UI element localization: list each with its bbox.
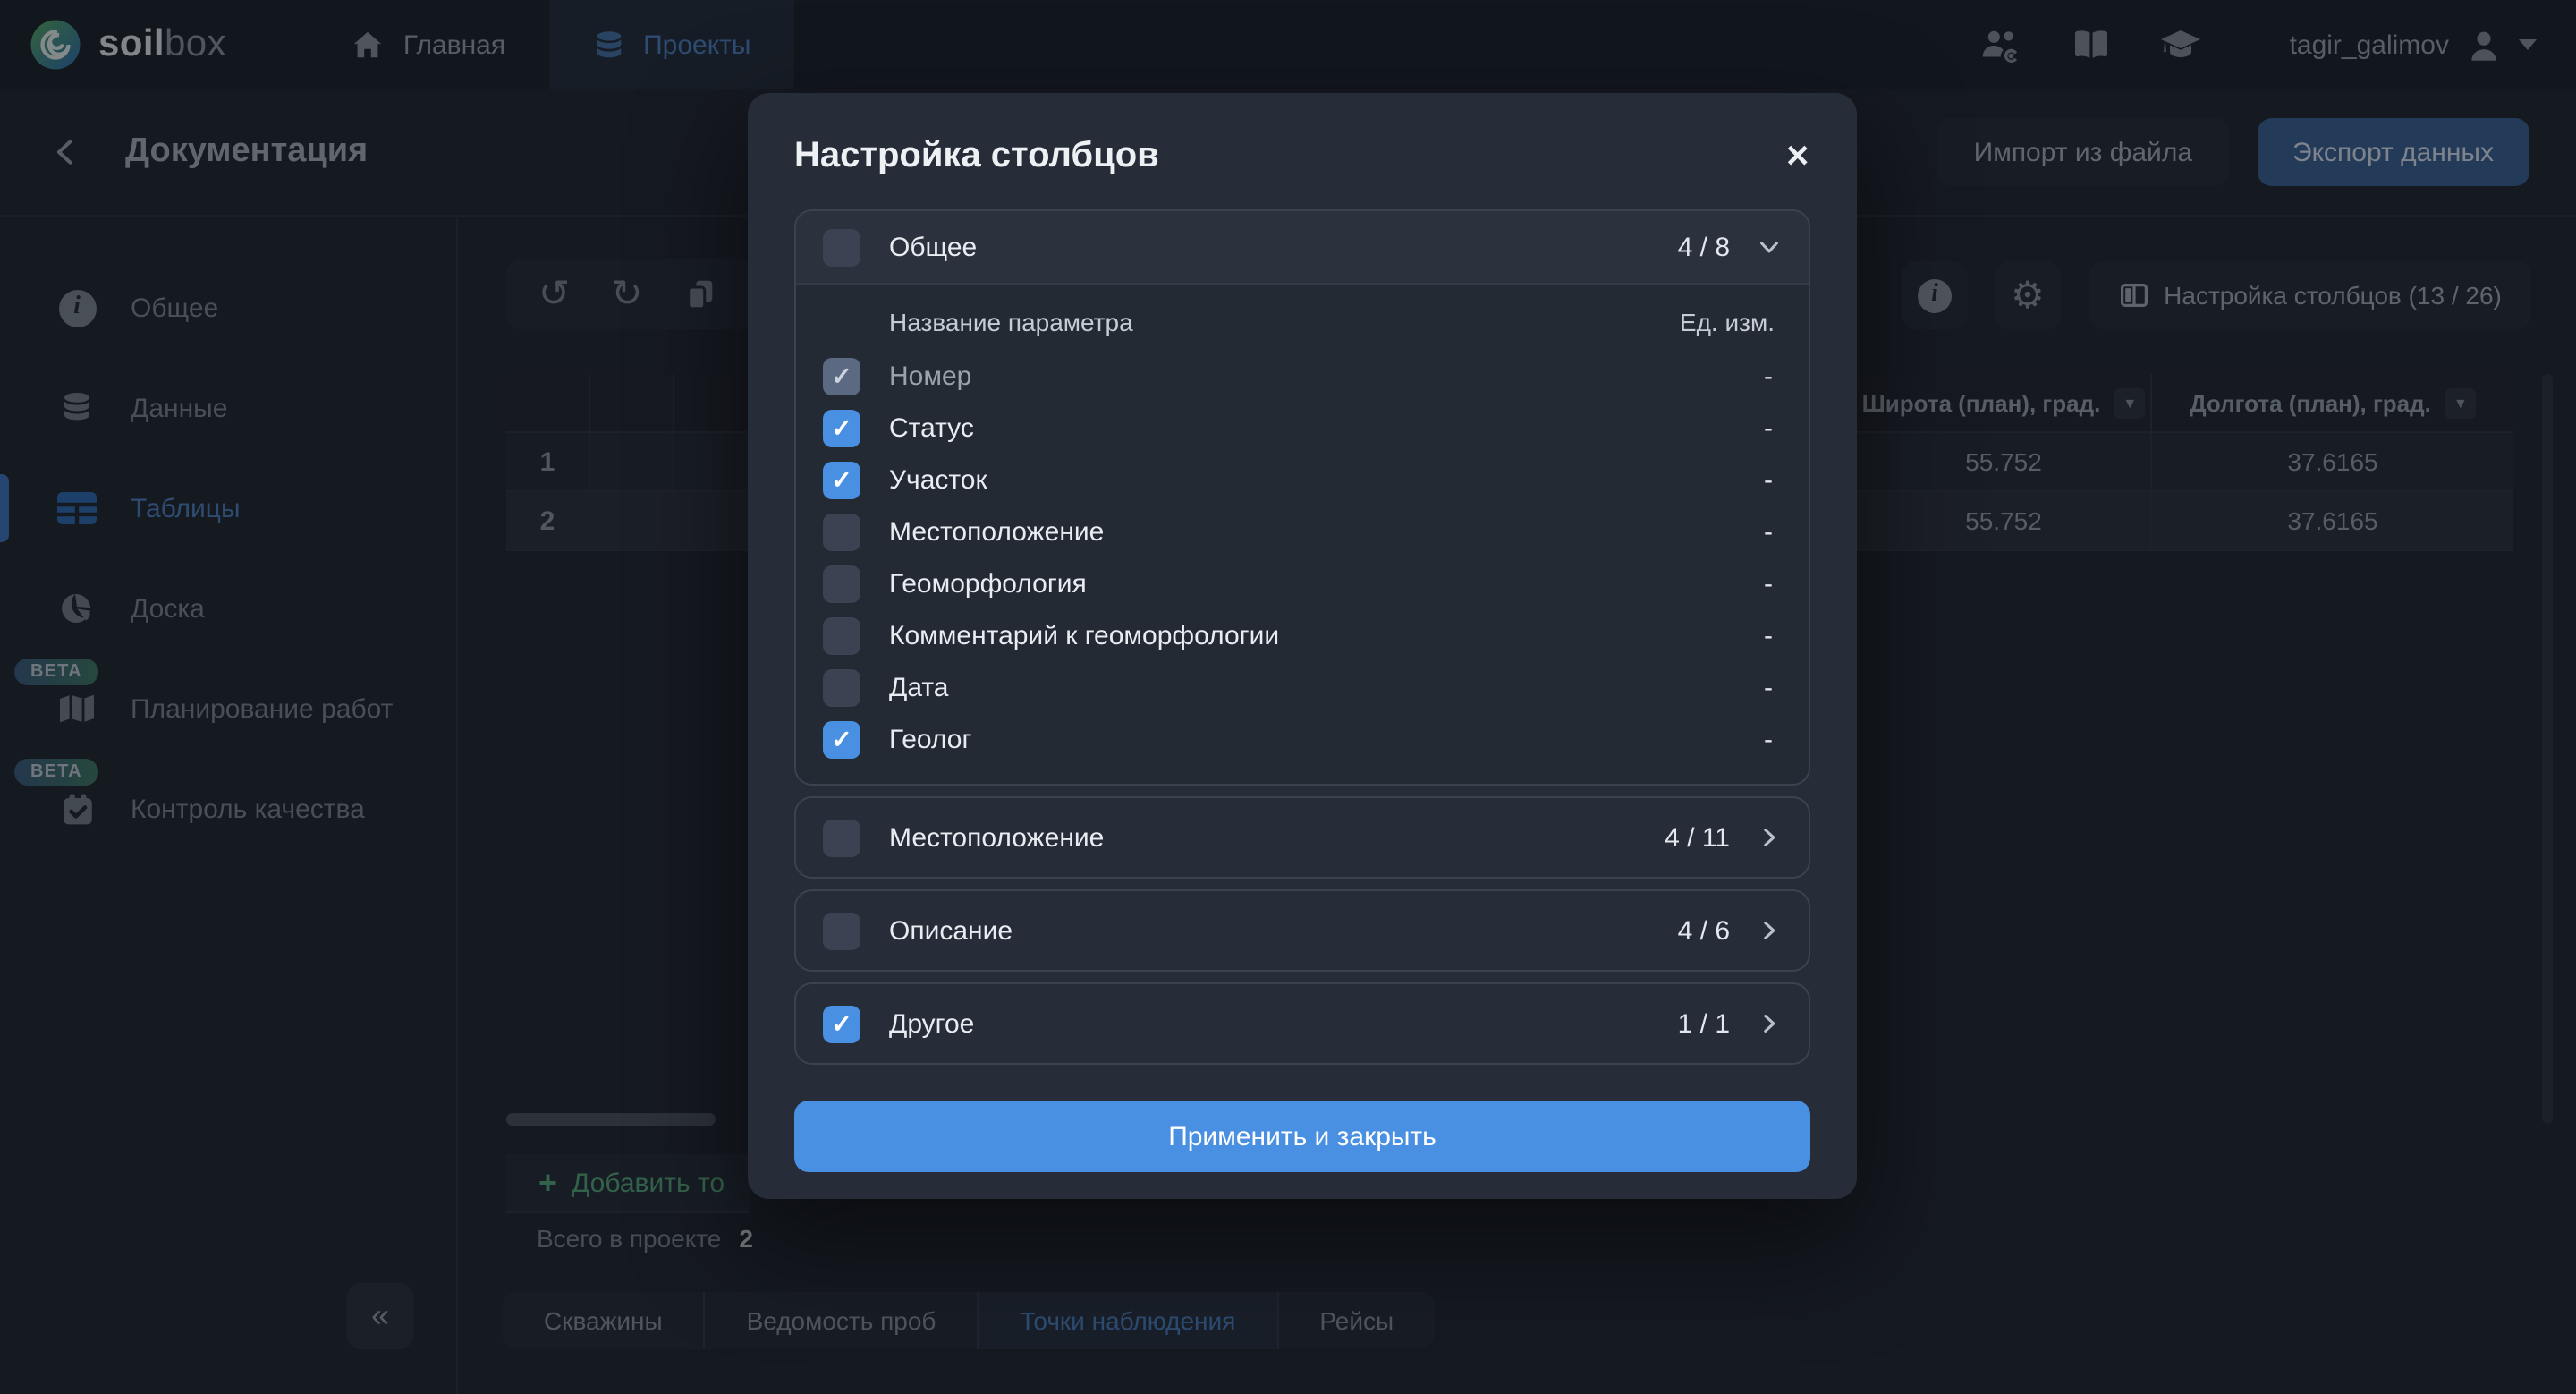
modal-header: Настройка столбцов ✕ (748, 93, 1857, 209)
chevron-down-icon[interactable] (1757, 234, 1782, 259)
section-checkbox-mestopolozhenie[interactable] (823, 819, 860, 856)
chevron-right-icon[interactable] (1757, 1011, 1782, 1036)
chevron-right-icon[interactable] (1757, 918, 1782, 943)
modal-body: Общее 4 / 8 Название параметра Ед. изм. … (748, 209, 1857, 1172)
section-checkbox-drugoe[interactable] (823, 1005, 860, 1042)
param-label: Статус (889, 413, 974, 444)
section-checkbox[interactable] (823, 228, 860, 266)
section-count: 4 / 6 (1678, 915, 1730, 946)
screen: soilbox Главная Проекты (0, 0, 2576, 1394)
param-label: Номер (889, 361, 971, 392)
param-label: Комментарий к геоморфологии (889, 621, 1279, 651)
param-unit: - (1764, 465, 1782, 496)
param-label: Участок (889, 465, 987, 496)
param-row-geolog: Геолог - (796, 714, 1809, 766)
section-label: Другое (889, 1008, 974, 1039)
checkbox-geolog[interactable] (823, 721, 860, 759)
param-unit: - (1764, 725, 1782, 755)
close-icon[interactable]: ✕ (1785, 141, 1811, 172)
apply-button[interactable]: Применить и закрыть (794, 1101, 1810, 1172)
param-row-geomorfologiya: Геоморфология - (796, 558, 1809, 610)
app-window: soilbox Главная Проекты (0, 0, 2576, 1394)
checkbox-geomorfologiya[interactable] (823, 565, 860, 603)
section-obshchee[interactable]: Общее 4 / 8 (796, 211, 1809, 283)
param-label: Дата (889, 673, 948, 703)
section-checkbox-opisanie[interactable] (823, 912, 860, 949)
param-unit: - (1764, 517, 1782, 548)
column-settings-modal: Настройка столбцов ✕ Общее 4 / 8 Названи… (748, 93, 1857, 1199)
section-card-opisanie: Описание 4 / 6 (794, 889, 1810, 972)
checkbox-kommentariy-k-geomorfologii[interactable] (823, 617, 860, 655)
checkbox-status[interactable] (823, 410, 860, 447)
checkbox-nomer[interactable] (823, 358, 860, 395)
param-row-kommentariy-k-geomorfologii: Комментарий к геоморфологии - (796, 610, 1809, 662)
section-count: 4 / 8 (1678, 232, 1730, 262)
section-mestopolozhenie[interactable]: Местоположение 4 / 11 (796, 798, 1809, 877)
param-row-status: Статус - (796, 403, 1809, 455)
section-params: Название параметра Ед. изм. Номер-Статус… (796, 283, 1809, 784)
section-label: Местоположение (889, 822, 1104, 853)
param-label: Геоморфология (889, 569, 1087, 599)
param-unit: - (1764, 569, 1782, 599)
section-card-drugoe: Другое 1 / 1 (794, 982, 1810, 1065)
param-row-nomer: Номер - (796, 351, 1809, 403)
section-drugoe[interactable]: Другое 1 / 1 (796, 984, 1809, 1063)
param-unit: - (1764, 673, 1782, 703)
section-count: 1 / 1 (1678, 1008, 1730, 1039)
params-header: Название параметра Ед. изм. (796, 285, 1809, 351)
checkbox-mestopolozhenie[interactable] (823, 514, 860, 551)
param-row-mestopolozhenie: Местоположение - (796, 506, 1809, 558)
chevron-right-icon[interactable] (1757, 825, 1782, 850)
param-row-data: Дата - (796, 662, 1809, 714)
section-opisanie[interactable]: Описание 4 / 6 (796, 891, 1809, 970)
param-unit: - (1764, 413, 1782, 444)
param-label: Геолог (889, 725, 971, 755)
checkbox-data[interactable] (823, 669, 860, 707)
section-card-obshchee: Общее 4 / 8 Название параметра Ед. изм. … (794, 209, 1810, 786)
section-count: 4 / 11 (1665, 822, 1730, 853)
modal-title: Настройка столбцов (794, 136, 1159, 177)
checkbox-uchastok[interactable] (823, 462, 860, 499)
param-unit: - (1764, 621, 1782, 651)
param-row-uchastok: Участок - (796, 455, 1809, 506)
param-label: Местоположение (889, 517, 1104, 548)
param-unit: - (1764, 361, 1782, 392)
section-card-mestopolozhenie: Местоположение 4 / 11 (794, 796, 1810, 879)
section-label: Описание (889, 915, 1013, 946)
